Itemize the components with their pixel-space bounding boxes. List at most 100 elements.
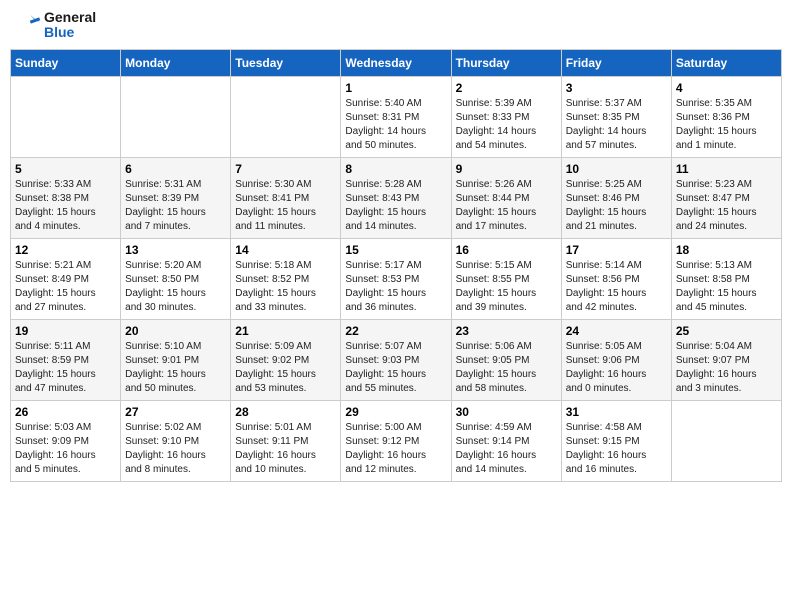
day-number: 13 (125, 243, 226, 257)
calendar-cell (671, 400, 781, 481)
calendar-cell: 23 Sunrise: 5:06 AM Sunset: 9:05 PM Dayli… (451, 319, 561, 400)
day-number: 24 (566, 324, 667, 338)
calendar-cell: 3Sunrise: 5:37 AM Sunset: 8:35 PM Daylig… (561, 76, 671, 157)
day-number: 8 (345, 162, 446, 176)
day-info: Sunrise: 5:13 AM Sunset: 8:58 PM Dayligh… (676, 259, 777, 315)
calendar-cell: 25 Sunrise: 5:04 AM Sunset: 9:07 PM Dayli… (671, 319, 781, 400)
calendar-cell: 7 Sunrise: 5:30 AM Sunset: 8:41 PM Daylig… (231, 157, 341, 238)
calendar-cell: 24 Sunrise: 5:05 AM Sunset: 9:06 PM Dayli… (561, 319, 671, 400)
day-number: 15 (345, 243, 446, 257)
calendar-cell: 9 Sunrise: 5:26 AM Sunset: 8:44 PM Daylig… (451, 157, 561, 238)
day-info: Sunrise: 5:00 AM Sunset: 9:12 PM Dayligh… (345, 421, 446, 477)
day-number: 9 (456, 162, 557, 176)
calendar-cell: 10Sunrise: 5:25 AM Sunset: 8:46 PM Dayli… (561, 157, 671, 238)
day-number: 10 (566, 162, 667, 176)
day-info: Sunrise: 5:33 AM Sunset: 8:38 PM Dayligh… (15, 178, 116, 234)
calendar-week-4: 19 Sunrise: 5:11 AM Sunset: 8:59 PM Dayli… (11, 319, 782, 400)
calendar-week-3: 12Sunrise: 5:21 AM Sunset: 8:49 PM Dayli… (11, 238, 782, 319)
weekday-header-thursday: Thursday (451, 49, 561, 76)
day-number: 26 (15, 405, 116, 419)
day-number: 31 (566, 405, 667, 419)
day-info: Sunrise: 5:03 AM Sunset: 9:09 PM Dayligh… (15, 421, 116, 477)
day-info: Sunrise: 5:23 AM Sunset: 8:47 PM Dayligh… (676, 178, 777, 234)
calendar-cell (231, 76, 341, 157)
logo-svg (14, 11, 42, 39)
calendar-cell: 14Sunrise: 5:18 AM Sunset: 8:52 PM Dayli… (231, 238, 341, 319)
calendar-week-2: 5Sunrise: 5:33 AM Sunset: 8:38 PM Daylig… (11, 157, 782, 238)
calendar-cell: 16 Sunrise: 5:15 AM Sunset: 8:55 PM Dayli… (451, 238, 561, 319)
day-number: 17 (566, 243, 667, 257)
calendar-cell: 17 Sunrise: 5:14 AM Sunset: 8:56 PM Dayli… (561, 238, 671, 319)
day-info: Sunrise: 5:05 AM Sunset: 9:06 PM Dayligh… (566, 340, 667, 396)
day-number: 27 (125, 405, 226, 419)
day-info: Sunrise: 5:35 AM Sunset: 8:36 PM Dayligh… (676, 97, 777, 153)
day-number: 18 (676, 243, 777, 257)
calendar-cell: 1Sunrise: 5:40 AM Sunset: 8:31 PM Daylig… (341, 76, 451, 157)
day-info: Sunrise: 5:28 AM Sunset: 8:43 PM Dayligh… (345, 178, 446, 234)
day-info: Sunrise: 5:17 AM Sunset: 8:53 PM Dayligh… (345, 259, 446, 315)
day-info: Sunrise: 4:59 AM Sunset: 9:14 PM Dayligh… (456, 421, 557, 477)
day-number: 21 (235, 324, 336, 338)
calendar-cell: 22 Sunrise: 5:07 AM Sunset: 9:03 PM Dayli… (341, 319, 451, 400)
calendar-week-5: 26 Sunrise: 5:03 AM Sunset: 9:09 PM Dayli… (11, 400, 782, 481)
calendar-cell (121, 76, 231, 157)
weekday-header-sunday: Sunday (11, 49, 121, 76)
day-number: 25 (676, 324, 777, 338)
calendar-cell: 27 Sunrise: 5:02 AM Sunset: 9:10 PM Dayli… (121, 400, 231, 481)
calendar-cell: 21 Sunrise: 5:09 AM Sunset: 9:02 PM Dayli… (231, 319, 341, 400)
weekday-header-tuesday: Tuesday (231, 49, 341, 76)
day-info: Sunrise: 5:11 AM Sunset: 8:59 PM Dayligh… (15, 340, 116, 396)
weekday-header-row: SundayMondayTuesdayWednesdayThursdayFrid… (11, 49, 782, 76)
calendar-cell: 19 Sunrise: 5:11 AM Sunset: 8:59 PM Dayli… (11, 319, 121, 400)
day-number: 11 (676, 162, 777, 176)
logo-blue-text: Blue (44, 25, 96, 40)
weekday-header-monday: Monday (121, 49, 231, 76)
day-number: 16 (456, 243, 557, 257)
calendar-cell: 8 Sunrise: 5:28 AM Sunset: 8:43 PM Daylig… (341, 157, 451, 238)
day-number: 7 (235, 162, 336, 176)
calendar-cell: 2Sunrise: 5:39 AM Sunset: 8:33 PM Daylig… (451, 76, 561, 157)
calendar-week-1: 1Sunrise: 5:40 AM Sunset: 8:31 PM Daylig… (11, 76, 782, 157)
calendar-cell: 13 Sunrise: 5:20 AM Sunset: 8:50 PM Dayli… (121, 238, 231, 319)
day-info: Sunrise: 5:09 AM Sunset: 9:02 PM Dayligh… (235, 340, 336, 396)
logo: General Blue (14, 10, 96, 41)
page-header: General Blue (10, 10, 782, 41)
day-number: 4 (676, 81, 777, 95)
logo-general-text: General (44, 10, 96, 25)
day-info: Sunrise: 5:21 AM Sunset: 8:49 PM Dayligh… (15, 259, 116, 315)
calendar-cell: 12Sunrise: 5:21 AM Sunset: 8:49 PM Dayli… (11, 238, 121, 319)
day-info: Sunrise: 5:01 AM Sunset: 9:11 PM Dayligh… (235, 421, 336, 477)
day-info: Sunrise: 5:20 AM Sunset: 8:50 PM Dayligh… (125, 259, 226, 315)
day-info: Sunrise: 4:58 AM Sunset: 9:15 PM Dayligh… (566, 421, 667, 477)
day-info: Sunrise: 5:40 AM Sunset: 8:31 PM Dayligh… (345, 97, 446, 153)
day-info: Sunrise: 5:26 AM Sunset: 8:44 PM Dayligh… (456, 178, 557, 234)
day-number: 22 (345, 324, 446, 338)
calendar-table: SundayMondayTuesdayWednesdayThursdayFrid… (10, 49, 782, 482)
day-info: Sunrise: 5:04 AM Sunset: 9:07 PM Dayligh… (676, 340, 777, 396)
day-number: 6 (125, 162, 226, 176)
day-number: 30 (456, 405, 557, 419)
calendar-cell: 6Sunrise: 5:31 AM Sunset: 8:39 PM Daylig… (121, 157, 231, 238)
calendar-cell: 28 Sunrise: 5:01 AM Sunset: 9:11 PM Dayli… (231, 400, 341, 481)
calendar-cell: 26 Sunrise: 5:03 AM Sunset: 9:09 PM Dayli… (11, 400, 121, 481)
calendar-cell: 5Sunrise: 5:33 AM Sunset: 8:38 PM Daylig… (11, 157, 121, 238)
day-info: Sunrise: 5:02 AM Sunset: 9:10 PM Dayligh… (125, 421, 226, 477)
calendar-cell: 15 Sunrise: 5:17 AM Sunset: 8:53 PM Dayli… (341, 238, 451, 319)
weekday-header-friday: Friday (561, 49, 671, 76)
day-number: 28 (235, 405, 336, 419)
day-number: 19 (15, 324, 116, 338)
day-number: 29 (345, 405, 446, 419)
calendar-cell: 11 Sunrise: 5:23 AM Sunset: 8:47 PM Dayli… (671, 157, 781, 238)
day-info: Sunrise: 5:14 AM Sunset: 8:56 PM Dayligh… (566, 259, 667, 315)
day-info: Sunrise: 5:30 AM Sunset: 8:41 PM Dayligh… (235, 178, 336, 234)
day-info: Sunrise: 5:06 AM Sunset: 9:05 PM Dayligh… (456, 340, 557, 396)
weekday-header-saturday: Saturday (671, 49, 781, 76)
day-info: Sunrise: 5:07 AM Sunset: 9:03 PM Dayligh… (345, 340, 446, 396)
calendar-cell: 20Sunrise: 5:10 AM Sunset: 9:01 PM Dayli… (121, 319, 231, 400)
calendar-cell (11, 76, 121, 157)
day-info: Sunrise: 5:15 AM Sunset: 8:55 PM Dayligh… (456, 259, 557, 315)
calendar-cell: 29 Sunrise: 5:00 AM Sunset: 9:12 PM Dayli… (341, 400, 451, 481)
weekday-header-wednesday: Wednesday (341, 49, 451, 76)
day-number: 23 (456, 324, 557, 338)
calendar-cell: 18 Sunrise: 5:13 AM Sunset: 8:58 PM Dayli… (671, 238, 781, 319)
